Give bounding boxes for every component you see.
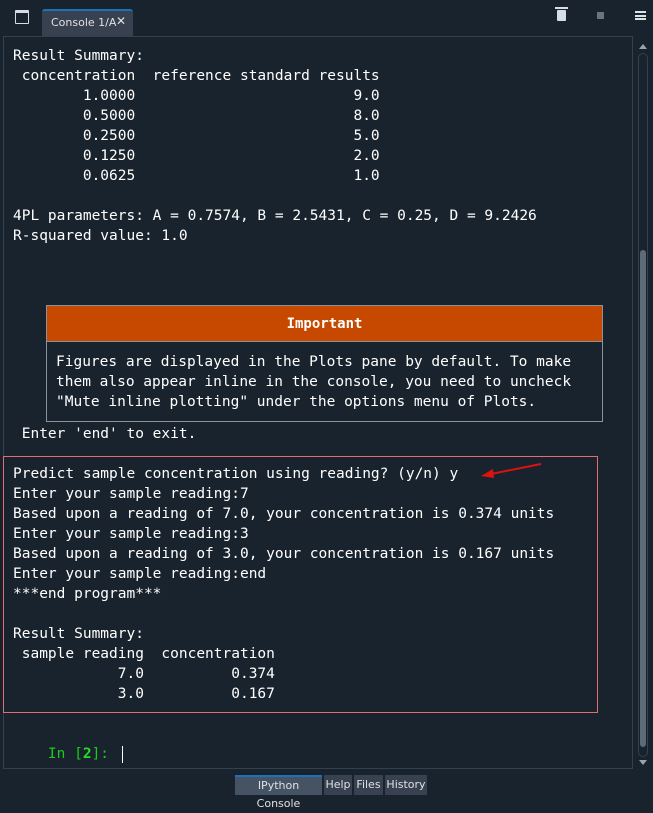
console-line: 0.0625 1.0 — [13, 168, 380, 184]
console-line: Enter your sample reading:end — [13, 566, 267, 582]
tab-console[interactable]: Console 1/A ✕ — [42, 9, 133, 36]
console-line: ***end program*** — [13, 586, 162, 602]
console-line: 1.0000 9.0 — [13, 88, 380, 104]
console-line: 0.5000 8.0 — [13, 108, 380, 124]
stop-icon[interactable] — [597, 12, 604, 19]
console-line: Enter your sample reading:7 — [13, 486, 249, 502]
ipython-console-output[interactable]: Result Summary: concentration reference … — [3, 36, 633, 769]
important-notice-line: "Mute inline plotting" under the options… — [56, 394, 537, 410]
prompt-number: 2 — [82, 746, 92, 762]
console-line: 0.1250 2.0 — [13, 148, 380, 164]
tab-console-label: Console 1/A — [51, 16, 117, 29]
trash-icon[interactable] — [555, 7, 568, 21]
important-notice-line: Figures are displayed in the Plots pane … — [56, 354, 572, 370]
console-line: Result Summary: — [13, 626, 144, 642]
console-line: Enter your sample reading:3 — [13, 526, 249, 542]
red-arrow-annotation — [481, 463, 542, 478]
console-line: Result Summary: — [13, 48, 144, 64]
console-line: sample reading concentration — [13, 646, 275, 662]
console-line: 0.2500 5.0 — [13, 128, 380, 144]
tab-history[interactable]: History — [385, 775, 427, 795]
console-line: Based upon a reading of 3.0, your concen… — [13, 546, 555, 562]
window-icon[interactable] — [15, 10, 29, 24]
scroll-up-arrow-icon[interactable] — [639, 44, 647, 49]
tab-files[interactable]: Files — [354, 775, 383, 795]
text-cursor — [121, 745, 123, 763]
console-line: 7.0 0.374 — [13, 666, 275, 682]
console-line: 3.0 0.167 — [13, 686, 275, 702]
close-icon[interactable]: ✕ — [116, 14, 126, 28]
vertical-scrollbar[interactable] — [636, 39, 650, 771]
console-line: Predict sample concentration using readi… — [13, 466, 459, 482]
tab-help[interactable]: Help — [324, 775, 352, 795]
pane-tab-bar: Console 1/A ✕ — [0, 0, 653, 36]
prompt-prefix: In [ — [47, 746, 83, 762]
important-notice-line: them also appear inline in the console, … — [56, 374, 572, 390]
console-line: concentration reference standard results — [13, 68, 380, 84]
console-line: R-squared value: 1.0 — [13, 228, 188, 244]
important-notice-box: Important Figures are displayed in the P… — [46, 305, 603, 422]
tab-ipython-console[interactable]: IPython Console — [235, 775, 322, 810]
console-line: 4PL parameters: A = 0.7574, B = 2.5431, … — [13, 208, 537, 224]
scroll-down-arrow-icon[interactable] — [639, 760, 647, 765]
hamburger-menu-icon[interactable] — [635, 11, 646, 20]
console-line: Based upon a reading of 7.0, your concen… — [13, 506, 555, 522]
bottom-tab-bar: IPython Console Help Files History — [0, 771, 653, 810]
important-notice-title: Important — [47, 306, 602, 342]
console-line: Enter 'end' to exit. — [13, 426, 197, 442]
scroll-track[interactable] — [638, 53, 648, 757]
prompt-suffix: ]: — [91, 746, 118, 762]
scroll-thumb[interactable] — [640, 250, 646, 747]
